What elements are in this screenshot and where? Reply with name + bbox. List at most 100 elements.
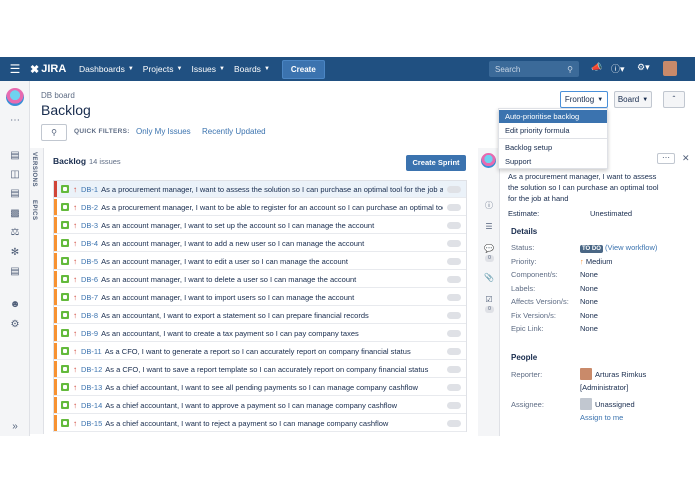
tab-epics[interactable]: EPICS xyxy=(31,200,37,221)
backlog-issue-row[interactable]: ↑ DB-13 As a chief accountant, I want to s… xyxy=(54,379,466,396)
issue-key[interactable]: DB-12 xyxy=(81,365,102,374)
help-icon[interactable]: ⓘ▾ xyxy=(611,62,625,75)
create-sprint-button[interactable]: Create Sprint xyxy=(406,155,466,171)
backlog-issue-row[interactable]: ↑ DB-3 As an account manager, I want to se… xyxy=(54,217,466,234)
affects-versions-value[interactable]: None xyxy=(580,297,598,306)
rank-bar[interactable] xyxy=(54,397,57,413)
backlog-issue-row[interactable]: ↑ DB-15 As a chief accountant, I want to r… xyxy=(54,415,466,432)
board-button[interactable]: Board ▼ xyxy=(614,91,652,108)
rank-bar[interactable] xyxy=(54,235,57,251)
more-actions-icon[interactable]: ⋯ xyxy=(657,153,675,164)
frontlog-button[interactable]: Frontlog ▼ xyxy=(560,91,608,108)
nav-issues[interactable]: Issues ▼ xyxy=(191,64,225,74)
fix-versions-value[interactable]: None xyxy=(580,311,598,320)
expand-sidebar-icon[interactable]: » xyxy=(8,421,22,433)
backlog-issue-row[interactable]: ↑ DB-8 As an accountant, I want to export … xyxy=(54,307,466,324)
epic-link-value[interactable]: None xyxy=(580,324,598,333)
add-user-icon[interactable]: ☻ xyxy=(8,299,22,311)
jira-logo[interactable]: ✖ JIRA xyxy=(30,63,70,76)
menu-item-auto-prioritise-backlog[interactable]: Auto-prioritise backlog xyxy=(499,110,607,123)
backlog-issue-row[interactable]: ↑ DB-4 As an account manager, I want to ad… xyxy=(54,235,466,252)
menu-item-support[interactable]: Support xyxy=(499,155,607,168)
backlog-issue-row[interactable]: ↑ DB-2 As a procurement manager, I want to… xyxy=(54,199,466,216)
rank-bar[interactable] xyxy=(54,361,57,377)
rank-bar[interactable] xyxy=(54,307,57,323)
labels-value[interactable]: None xyxy=(580,284,598,293)
collapse-button[interactable]: ˆ xyxy=(663,91,685,108)
quick-filter-only-my-issues[interactable]: Only My Issues xyxy=(136,127,191,136)
issue-key[interactable]: DB-2 xyxy=(81,203,98,212)
rank-bar[interactable] xyxy=(54,325,57,341)
board-icon[interactable]: ◫ xyxy=(8,169,22,181)
backlog-search-button[interactable]: ⚲ xyxy=(41,124,67,141)
quick-filter-recently-updated[interactable]: Recently Updated xyxy=(202,127,266,136)
backlog-issue-row[interactable]: ↑ DB-7 As an account manager, I want to im… xyxy=(54,289,466,306)
assignee-value[interactable]: Unassigned xyxy=(595,400,635,409)
settings-icon[interactable]: ⚙ xyxy=(8,319,22,331)
issue-key[interactable]: DB-13 xyxy=(81,383,102,392)
priority-value[interactable]: ↑ Medium xyxy=(580,257,613,266)
assign-to-me-link[interactable]: Assign to me xyxy=(580,413,623,422)
search-input[interactable]: Search ⚲ xyxy=(489,61,579,77)
story-icon xyxy=(61,311,69,319)
view-workflow-link[interactable]: (View workflow) xyxy=(605,243,657,252)
rank-bar[interactable] xyxy=(54,289,57,305)
issues-icon[interactable]: ⚖ xyxy=(8,227,22,239)
backlog-issue-row[interactable]: ↑ DB-6 As an account manager, I want to de… xyxy=(54,271,466,288)
project-avatar[interactable] xyxy=(6,88,24,106)
menu-item-backlog-setup[interactable]: Backlog setup xyxy=(499,141,607,154)
issue-key[interactable]: DB-11 xyxy=(81,347,102,356)
nav-boards[interactable]: Boards ▼ xyxy=(234,64,270,74)
rank-bar[interactable] xyxy=(54,253,57,269)
backlog-icon[interactable]: ▤ xyxy=(8,150,22,162)
releases-icon[interactable]: ▤ xyxy=(8,188,22,200)
issue-key[interactable]: DB-7 xyxy=(81,293,98,302)
reports-icon[interactable]: ▩ xyxy=(8,208,22,220)
issue-key[interactable]: DB-1 xyxy=(81,185,98,194)
backlog-issue-row[interactable]: ↑ DB-11 As a CFO, I want to generate a rep… xyxy=(54,343,466,360)
rank-bar[interactable] xyxy=(54,415,57,431)
subtask-icon[interactable]: ☑ xyxy=(484,295,494,305)
rank-bar[interactable] xyxy=(54,271,57,287)
pages-icon[interactable]: ▤ xyxy=(8,266,22,278)
menu-item-edit-priority-formula[interactable]: Edit priority formula xyxy=(499,124,607,137)
tab-versions[interactable]: VERSIONS xyxy=(31,152,37,187)
feedback-icon[interactable]: 📣 xyxy=(591,62,602,73)
rank-bar[interactable] xyxy=(54,379,57,395)
backlog-issue-row[interactable]: ↑ DB-1 As a procurement manager, I want to… xyxy=(54,181,466,198)
close-icon[interactable]: ✕ xyxy=(682,153,690,164)
issue-key[interactable]: DB-4 xyxy=(81,239,98,248)
backlog-issue-row[interactable]: ↑ DB-14 As a chief accountant, I want to a… xyxy=(54,397,466,414)
issue-key[interactable]: DB-8 xyxy=(81,311,98,320)
create-button[interactable]: Create xyxy=(281,59,325,79)
components-icon[interactable]: ✻ xyxy=(8,247,22,259)
description-icon[interactable]: ☰ xyxy=(484,222,494,232)
breadcrumb[interactable]: DB board xyxy=(41,91,75,100)
components-value[interactable]: None xyxy=(580,270,598,279)
issue-key[interactable]: DB-15 xyxy=(81,419,102,428)
issue-key[interactable]: DB-14 xyxy=(81,401,102,410)
issue-key[interactable]: DB-3 xyxy=(81,221,98,230)
rank-bar[interactable] xyxy=(54,217,57,233)
gear-icon[interactable]: ⚙▾ xyxy=(637,62,650,73)
issue-key[interactable]: DB-5 xyxy=(81,257,98,266)
reporter-name[interactable]: Arturas Rimkus xyxy=(595,370,646,379)
rank-bar[interactable] xyxy=(54,343,57,359)
backlog-issue-row[interactable]: ↑ DB-5 As an account manager, I want to ed… xyxy=(54,253,466,270)
nav-projects[interactable]: Projects ▼ xyxy=(143,64,183,74)
status-label: Status: xyxy=(511,243,535,252)
attachment-icon[interactable]: 📎 xyxy=(484,273,494,283)
rank-bar[interactable] xyxy=(54,199,57,215)
comment-icon[interactable]: 💬 xyxy=(484,244,494,254)
user-avatar[interactable] xyxy=(663,61,677,76)
backlog-issue-row[interactable]: ↑ DB-9 As an accountant, I want to create … xyxy=(54,325,466,342)
nav-dashboards[interactable]: Dashboards ▼ xyxy=(79,64,134,74)
info-icon[interactable]: ⓘ xyxy=(484,200,494,210)
rank-bar[interactable] xyxy=(54,181,57,197)
more-icon[interactable]: ⋯ xyxy=(8,115,22,127)
backlog-issue-row[interactable]: ↑ DB-12 As a CFO, I want to save a report … xyxy=(54,361,466,378)
app-switcher-icon[interactable]: ☰ xyxy=(0,62,30,76)
issue-key[interactable]: DB-9 xyxy=(81,329,98,338)
estimate-value[interactable]: Unestimated xyxy=(590,209,632,218)
issue-key[interactable]: DB-6 xyxy=(81,275,98,284)
